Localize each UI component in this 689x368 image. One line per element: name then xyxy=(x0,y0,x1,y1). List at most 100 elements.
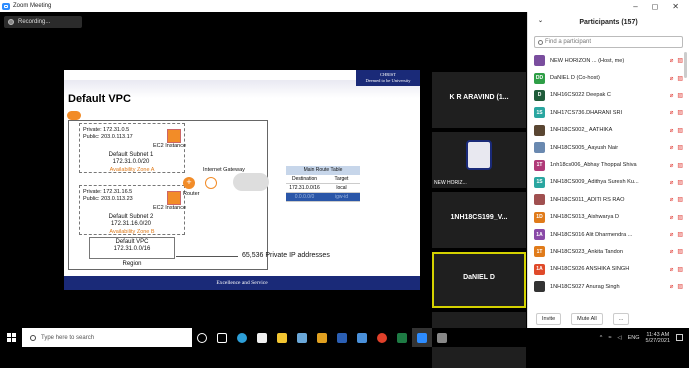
mic-muted-icon: ⌀ xyxy=(669,249,674,256)
avatar: 1S xyxy=(534,176,545,188)
router-label: Router xyxy=(183,191,200,197)
participant-row[interactable]: 1A 1NH18CS016 Alit Dharmendra ... ⌀ ▨ xyxy=(528,226,689,243)
search-icon xyxy=(30,334,36,341)
maximize-button[interactable]: ◻ xyxy=(652,2,659,11)
chrome-icon[interactable] xyxy=(372,328,392,347)
mic-muted-icon: ⌀ xyxy=(669,232,674,239)
participant-name: 1NH18CS011_ADITI RS RAO xyxy=(550,196,625,203)
notifications-icon[interactable] xyxy=(676,334,683,341)
cortana-icon[interactable] xyxy=(192,328,212,347)
taskbar-search-input[interactable]: Type here to search xyxy=(22,328,192,347)
tile-name: NEW HORIZ... xyxy=(434,180,467,186)
video-off-icon: ▨ xyxy=(677,179,683,186)
video-off-icon: ▨ xyxy=(677,284,683,291)
wifi-icon[interactable]: ≈ xyxy=(608,335,611,341)
excel-icon[interactable] xyxy=(392,328,412,347)
availability-zone-b: Availability Zone B xyxy=(109,229,155,235)
subnet-2-name: Default Subnet 2 xyxy=(108,214,154,220)
search-placeholder: Find a participant xyxy=(545,39,592,45)
tile-name: DaNIEL D xyxy=(463,274,495,281)
participant-status-icons: ⌀ ▨ xyxy=(670,266,683,273)
ip-count-line xyxy=(176,256,238,257)
zoom-taskbar-icon[interactable] xyxy=(412,328,432,347)
participants-footer: Invite Mute All ... xyxy=(528,310,689,328)
participant-row[interactable]: D 1NH16CS022 Deepak C ⌀ ▨ xyxy=(528,87,689,104)
participant-row[interactable]: 1NH18CS027 Anurag Singh ⌀ ▨ xyxy=(528,278,689,295)
photos-icon[interactable] xyxy=(352,328,372,347)
video-off-icon: ▨ xyxy=(677,197,683,204)
participant-row[interactable]: 1NH18CS005_Aayush Nair ⌀ ▨ xyxy=(528,139,689,156)
task-view-icon[interactable] xyxy=(212,328,232,347)
recording-indicator[interactable]: Recording... xyxy=(4,16,82,28)
tile-name: 1NH18CS199_V... xyxy=(450,214,508,221)
mic-muted-icon: ⌀ xyxy=(669,110,674,117)
route-table-cell: 0.0.0.0/0 xyxy=(294,194,315,200)
video-off-icon: ▨ xyxy=(677,145,683,152)
participant-row[interactable]: 1NH18CS002_ AATHIKA ⌀ ▨ xyxy=(528,122,689,139)
app-icon[interactable] xyxy=(432,328,452,347)
start-button[interactable] xyxy=(0,328,22,347)
participant-name: DaNIEL D (Co-host) xyxy=(550,75,600,82)
video-tile-active-speaker[interactable]: DaNIEL D xyxy=(432,252,526,308)
participant-row[interactable]: 1NH18CS011_ADITI RS RAO ⌀ ▨ xyxy=(528,191,689,208)
word-icon[interactable] xyxy=(332,328,352,347)
participant-row[interactable]: 1D 1NH18CS013_Aishwarya D ⌀ ▨ xyxy=(528,209,689,226)
participant-name: 1NH17CS736.DHARANI SRI xyxy=(550,109,623,116)
participant-name: 1NH18CS023_Ankita Tandon xyxy=(550,248,623,255)
subnet-2-cidr: 172.31.16.0/20 xyxy=(110,221,152,227)
app-icon[interactable] xyxy=(292,328,312,347)
participant-status-icons: ⌀ ▨ xyxy=(670,231,683,238)
participant-row[interactable]: 1A 1NH18CS026 ANSHIKA SINGH ⌀ ▨ xyxy=(528,261,689,278)
region-label: Region xyxy=(122,261,142,267)
minimize-button[interactable]: – xyxy=(633,2,637,11)
volume-icon[interactable]: ◁ xyxy=(617,335,621,341)
video-tile[interactable]: NEW HORIZ... xyxy=(432,132,526,188)
university-brand: CHRIST Deemed to be University xyxy=(356,70,420,86)
participant-row[interactable]: 1S 1NH17CS736.DHARANI SRI ⌀ ▨ xyxy=(528,104,689,121)
route-table-header-cell: Destination xyxy=(291,176,317,182)
university-logo-icon xyxy=(466,140,492,170)
participant-status-icons: ⌀ ▨ xyxy=(670,283,683,290)
route-table-cell: igw-id xyxy=(334,194,349,200)
invite-button[interactable]: Invite xyxy=(536,313,562,325)
video-off-icon: ▨ xyxy=(677,127,683,134)
shared-slide: CHRIST Deemed to be University Default V… xyxy=(64,70,420,290)
subnet-2-instance-label: EC2 Instance xyxy=(153,205,187,211)
mute-all-button[interactable]: Mute All xyxy=(571,313,603,325)
video-tile[interactable]: 1NH18CS199_V... xyxy=(432,192,526,248)
chevron-up-icon[interactable]: ^ xyxy=(600,335,603,341)
edge-icon[interactable] xyxy=(232,328,252,347)
participant-row[interactable]: 1S 1NH18CS009_Adithya Suresh Ku... ⌀ ▨ xyxy=(528,174,689,191)
participant-row[interactable]: 1T 1nh18cs006_Abhay Thoppal Shiva ⌀ ▨ xyxy=(528,156,689,173)
participants-header: ⌄ Participants (157) xyxy=(528,12,689,32)
file-explorer-icon[interactable] xyxy=(272,328,292,347)
participant-status-icons: ⌀ ▨ xyxy=(670,92,683,99)
router-icon: + xyxy=(183,177,195,189)
video-off-icon: ▨ xyxy=(677,232,683,239)
participant-status-icons: ⌀ ▨ xyxy=(670,75,683,82)
taskbar-clock[interactable]: 11:43 AM 5/27/2021 xyxy=(646,332,670,344)
slide-footer: Excellence and Service xyxy=(64,276,420,290)
route-table-header-cell: Target xyxy=(334,176,349,182)
chevron-down-icon[interactable]: ⌄ xyxy=(538,17,543,24)
participant-status-icons: ⌀ ▨ xyxy=(670,144,683,151)
store-icon[interactable] xyxy=(252,328,272,347)
participant-search-input[interactable]: Find a participant xyxy=(534,36,683,48)
more-options-button[interactable]: ... xyxy=(612,313,630,325)
video-tile[interactable]: K R ARAVIND (1... xyxy=(432,72,526,128)
participants-panel: ⌄ Participants (157) Find a participant … xyxy=(527,12,689,328)
avatar: 1T xyxy=(534,246,545,258)
avatar: 1T xyxy=(534,159,545,171)
route-table-row: 0.0.0.0/0 igw-id xyxy=(286,193,360,202)
app-icon[interactable] xyxy=(312,328,332,347)
participant-name: 1NH18CS013_Aishwarya D xyxy=(550,214,620,221)
close-button[interactable]: ✕ xyxy=(672,2,679,11)
participant-row[interactable]: 1T 1NH18CS023_Ankita Tandon ⌀ ▨ xyxy=(528,243,689,260)
language-indicator[interactable]: ENG xyxy=(628,335,640,341)
avatar: D xyxy=(534,89,545,101)
participant-row[interactable]: NEW HORIZON ... (Host, me) ⌀ ▨ xyxy=(528,52,689,69)
internet-gateway-icon xyxy=(205,177,217,189)
cloud-icon xyxy=(67,111,81,120)
participant-row[interactable]: DD DaNIEL D (Co-host) ⌀ ▨ xyxy=(528,69,689,86)
search-icon xyxy=(538,39,543,45)
